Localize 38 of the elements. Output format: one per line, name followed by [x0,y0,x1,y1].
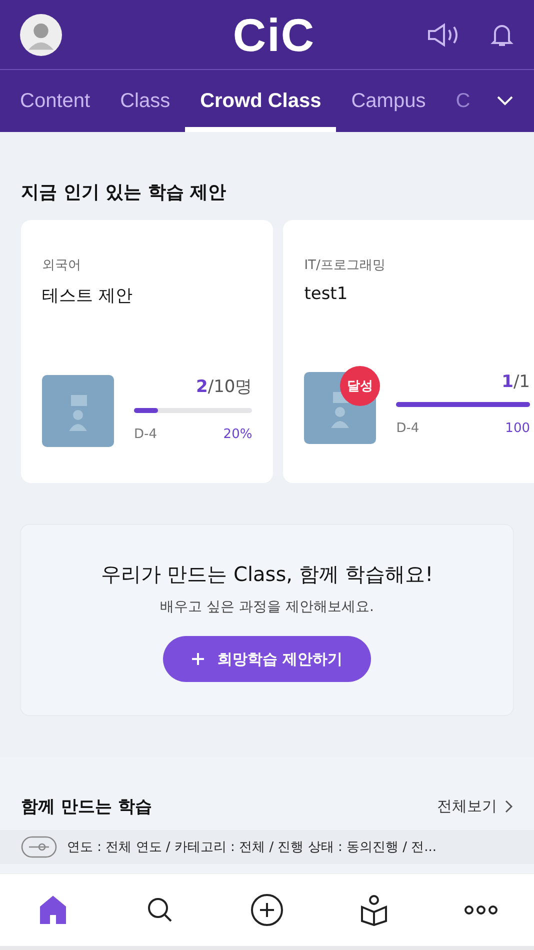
total-count: /10명 [208,377,252,397]
days-left: D-4 [396,421,420,436]
add-icon[interactable] [250,893,284,927]
logo[interactable]: CiC [232,8,316,62]
filter-summary: 연도 : 전체 연도 / 카테고리 : 전체 / 진행 상태 : 동의진행 / 전... [67,839,437,856]
tab[interactable]: Crowd Class [185,70,336,132]
current-count: 2 [196,377,208,397]
proposal-card[interactable]: IT/프로그래밍 test1 달성 1/1 D-4 100 [283,220,534,483]
percent: 20% [223,427,252,442]
promo-title: 우리가 만드는 Class, 함께 학습해요! [100,561,434,588]
thumbnail-icon [42,375,114,447]
percent: 100 [505,421,530,436]
search-icon[interactable] [146,896,174,924]
achieved-badge: 달성 [340,366,380,406]
chevron-right-icon [505,800,513,813]
tab[interactable]: Campus [336,70,441,132]
card-title: 테스트 제안 [42,285,134,307]
avatar-icon[interactable] [20,14,62,56]
more-icon[interactable] [464,905,498,915]
propose-button[interactable]: 희망학습 제안하기 [163,636,371,682]
days-left: D-4 [134,427,157,442]
promo-subtitle: 배우고 싶은 과정을 제안해보세요. [160,598,374,616]
filter-icon[interactable] [21,836,57,858]
tab[interactable]: Class [105,70,186,132]
section-title: 지금 인기 있는 학습 제안 [21,181,228,204]
card-category: IT/프로그래밍 [304,257,386,274]
tab[interactable]: Content [20,70,106,132]
chevron-down-icon[interactable] [496,95,514,107]
card-category: 외국어 [42,257,82,274]
home-icon[interactable] [39,895,68,925]
current-count: 1 [502,372,514,392]
card-title: test1 [304,284,349,304]
total-count: /1 [513,372,530,392]
reader-book-icon[interactable] [360,894,388,926]
view-all-link[interactable]: 전체보기 [437,797,513,816]
section-title: 함께 만드는 학습 [21,796,152,818]
proposal-card[interactable]: 외국어 테스트 제안 2/10명 D-4 20% [21,220,274,483]
plus-icon [191,652,206,666]
